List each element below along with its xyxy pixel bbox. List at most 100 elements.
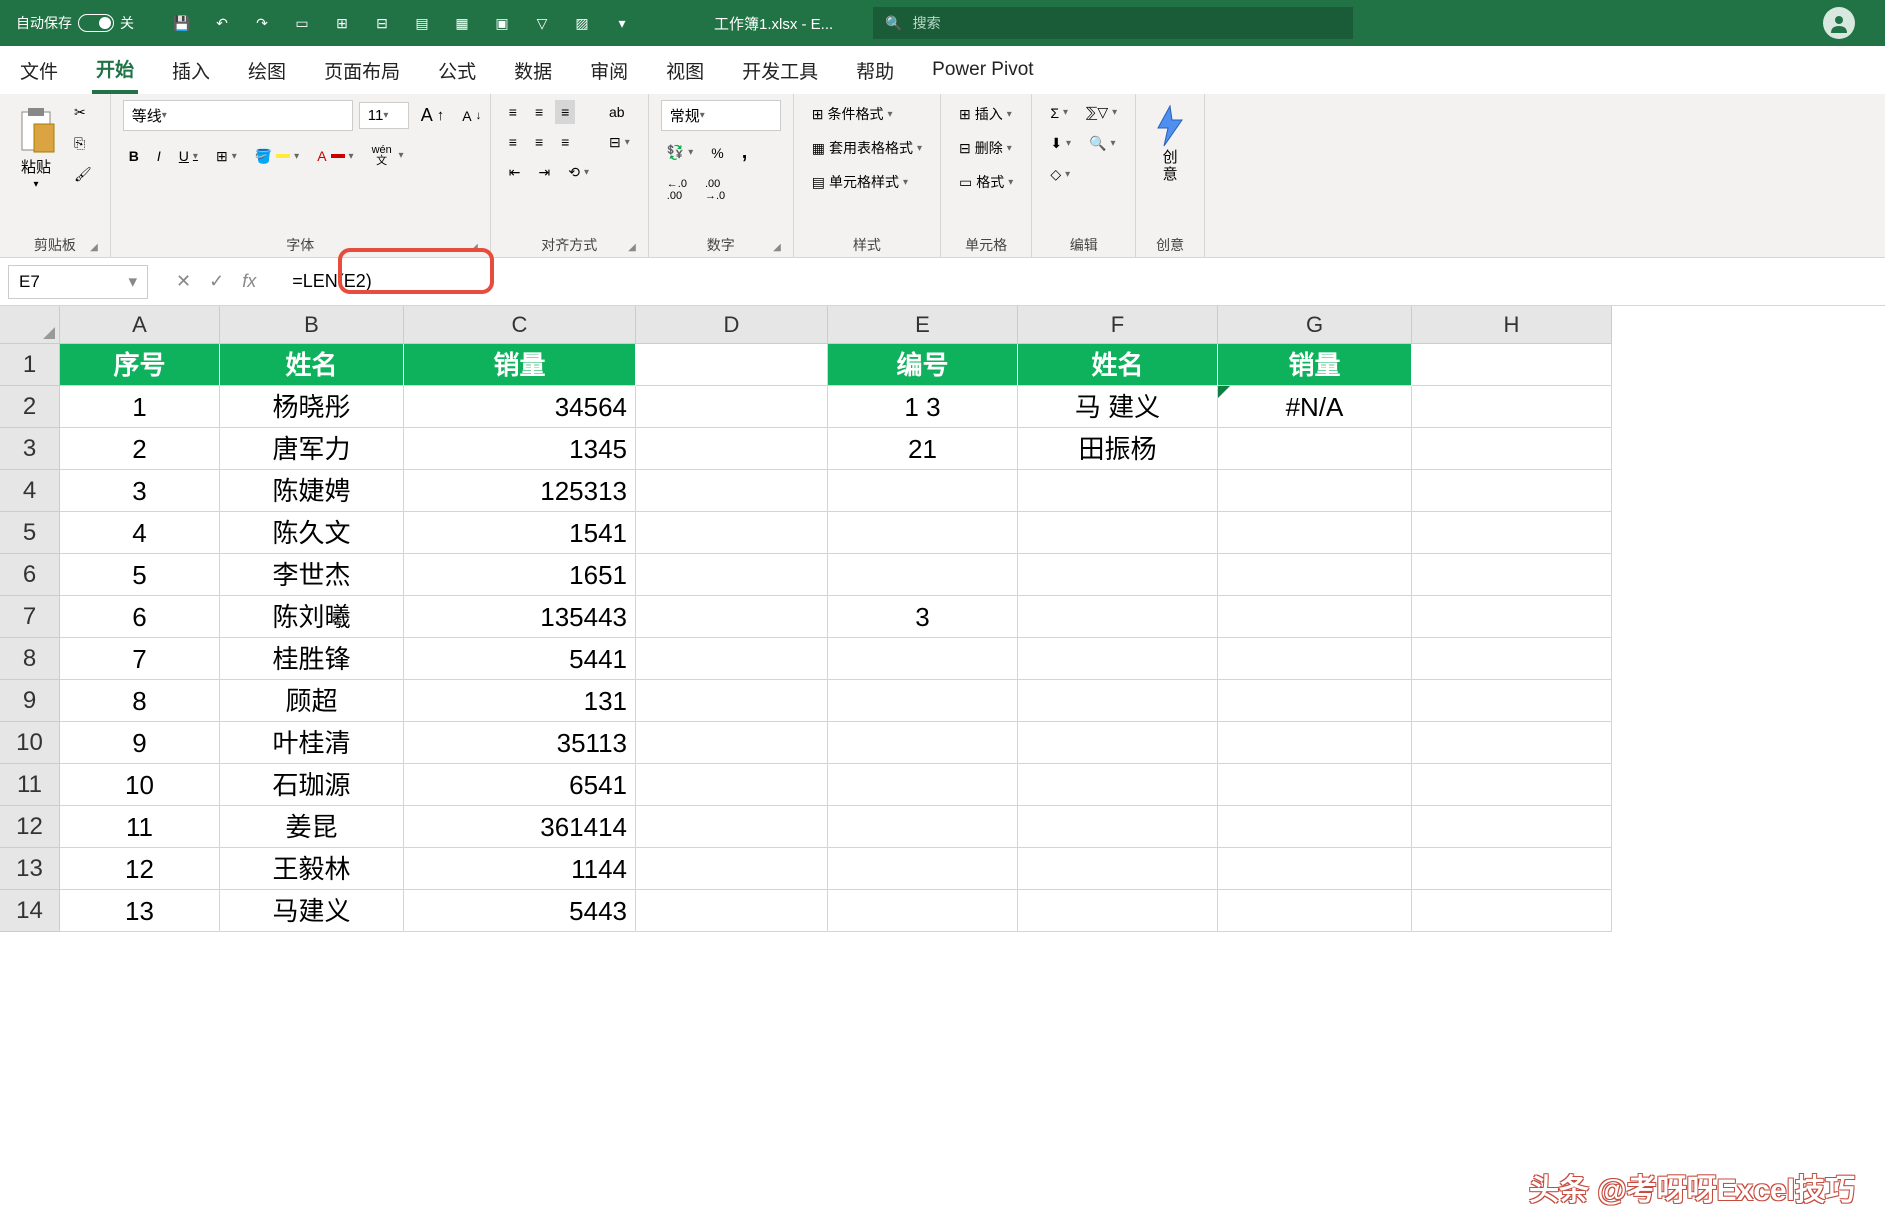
cell[interactable] [1412, 638, 1612, 680]
cell[interactable] [636, 386, 828, 428]
cell[interactable] [1218, 470, 1412, 512]
cell[interactable] [1412, 764, 1612, 806]
row-header[interactable]: 3 [0, 428, 60, 470]
italic-button[interactable]: I [151, 144, 167, 168]
cell[interactable]: 李世杰 [220, 554, 404, 596]
cell[interactable] [636, 722, 828, 764]
fill-color-button[interactable]: 🪣 [249, 144, 305, 169]
indent-decrease-icon[interactable]: ⇤ [503, 160, 527, 185]
insert-cells-button[interactable]: ⊞ 插入 [953, 100, 1018, 128]
col-header[interactable]: F [1018, 306, 1218, 344]
delete-cells-button[interactable]: ⊟ 删除 [953, 134, 1018, 162]
orientation-icon[interactable]: ⟲ [562, 160, 595, 185]
tab-review[interactable]: 审阅 [586, 49, 632, 92]
dialog-launcher-icon[interactable]: ◢ [773, 242, 781, 253]
cell[interactable] [1218, 848, 1412, 890]
cell[interactable]: 马建义 [220, 890, 404, 932]
row-header[interactable]: 1 [0, 344, 60, 386]
comma-icon[interactable]: , [736, 137, 754, 168]
cell[interactable] [636, 470, 828, 512]
row-header[interactable]: 4 [0, 470, 60, 512]
formula-input[interactable]: =LEN(E2) [284, 267, 1877, 296]
increase-font-icon[interactable]: A↑ [415, 101, 451, 130]
cell[interactable]: 1 3 [828, 386, 1018, 428]
cell[interactable]: 10 [60, 764, 220, 806]
row-header[interactable]: 9 [0, 680, 60, 722]
search-box[interactable]: 🔍 搜索 [873, 7, 1353, 39]
border-button[interactable]: ⊞ [210, 144, 243, 169]
cell[interactable] [1018, 764, 1218, 806]
underline-button[interactable]: U [173, 144, 204, 168]
cell[interactable] [636, 512, 828, 554]
cell[interactable] [636, 680, 828, 722]
cell[interactable] [1412, 470, 1612, 512]
qat-icon-6[interactable]: ▣ [490, 11, 514, 35]
tab-home[interactable]: 开始 [92, 47, 138, 94]
cell[interactable]: 陈刘曦 [220, 596, 404, 638]
account-icon[interactable] [1823, 7, 1855, 39]
currency-icon[interactable]: 💱 [661, 140, 699, 165]
cell[interactable] [1412, 680, 1612, 722]
conditional-format-button[interactable]: ⊞ 条件格式 [806, 100, 899, 128]
cell[interactable] [1018, 806, 1218, 848]
cell[interactable] [636, 848, 828, 890]
number-format-select[interactable]: 常规 [661, 100, 781, 131]
row-header[interactable]: 7 [0, 596, 60, 638]
find-button[interactable]: 🔍 [1083, 131, 1121, 156]
cell[interactable] [636, 806, 828, 848]
col-header[interactable]: B [220, 306, 404, 344]
qat-icon-3[interactable]: ⊟ [370, 11, 394, 35]
cell[interactable] [1218, 512, 1412, 554]
cell[interactable]: 姜昆 [220, 806, 404, 848]
cell[interactable] [1412, 722, 1612, 764]
cell[interactable] [1218, 764, 1412, 806]
cell[interactable] [828, 722, 1018, 764]
cell[interactable] [1018, 470, 1218, 512]
cell[interactable]: 销量 [1218, 344, 1412, 386]
cell[interactable] [828, 680, 1018, 722]
qat-icon-1[interactable]: ▭ [290, 11, 314, 35]
cell[interactable]: 6541 [404, 764, 636, 806]
cell[interactable] [1218, 554, 1412, 596]
cell[interactable] [636, 554, 828, 596]
autosave-toggle[interactable]: 自动保存 关 [0, 13, 150, 33]
qat-more-icon[interactable]: ▾ [610, 11, 634, 35]
cell[interactable] [1018, 638, 1218, 680]
dialog-launcher-icon[interactable]: ◢ [470, 242, 478, 253]
cell[interactable] [1018, 554, 1218, 596]
col-header[interactable]: D [636, 306, 828, 344]
cell[interactable]: 135443 [404, 596, 636, 638]
cell[interactable] [1412, 512, 1612, 554]
cell[interactable] [636, 890, 828, 932]
qat-icon-4[interactable]: ▤ [410, 11, 434, 35]
cell[interactable]: #N/A [1218, 386, 1412, 428]
cell[interactable] [828, 764, 1018, 806]
cell[interactable]: 8 [60, 680, 220, 722]
cell[interactable] [1018, 848, 1218, 890]
cell[interactable]: 陈婕娉 [220, 470, 404, 512]
cell[interactable]: 叶桂清 [220, 722, 404, 764]
cell[interactable] [828, 890, 1018, 932]
tab-draw[interactable]: 绘图 [244, 49, 290, 92]
save-icon[interactable]: 💾 [170, 11, 194, 35]
align-top-icon[interactable]: ≡ [503, 100, 523, 124]
name-box[interactable]: E7 ▾ [8, 265, 148, 299]
cell[interactable]: 1345 [404, 428, 636, 470]
cell[interactable] [828, 512, 1018, 554]
sort-filter-button[interactable]: ⅀▽ [1080, 100, 1123, 125]
cell[interactable] [1218, 596, 1412, 638]
cell[interactable]: 王毅林 [220, 848, 404, 890]
cell[interactable] [1412, 554, 1612, 596]
col-header[interactable]: H [1412, 306, 1612, 344]
format-cells-button[interactable]: ▭ 格式 [953, 168, 1019, 196]
align-center-icon[interactable]: ≡ [529, 130, 549, 154]
dialog-launcher-icon[interactable]: ◢ [628, 242, 636, 253]
fill-button[interactable]: ⬇ [1044, 131, 1077, 156]
cell[interactable]: 21 [828, 428, 1018, 470]
cell[interactable] [1218, 680, 1412, 722]
row-header[interactable]: 2 [0, 386, 60, 428]
cut-button[interactable]: ✂ [68, 100, 98, 125]
enter-icon[interactable]: ✓ [209, 271, 224, 292]
cell[interactable] [828, 470, 1018, 512]
tab-insert[interactable]: 插入 [168, 49, 214, 92]
